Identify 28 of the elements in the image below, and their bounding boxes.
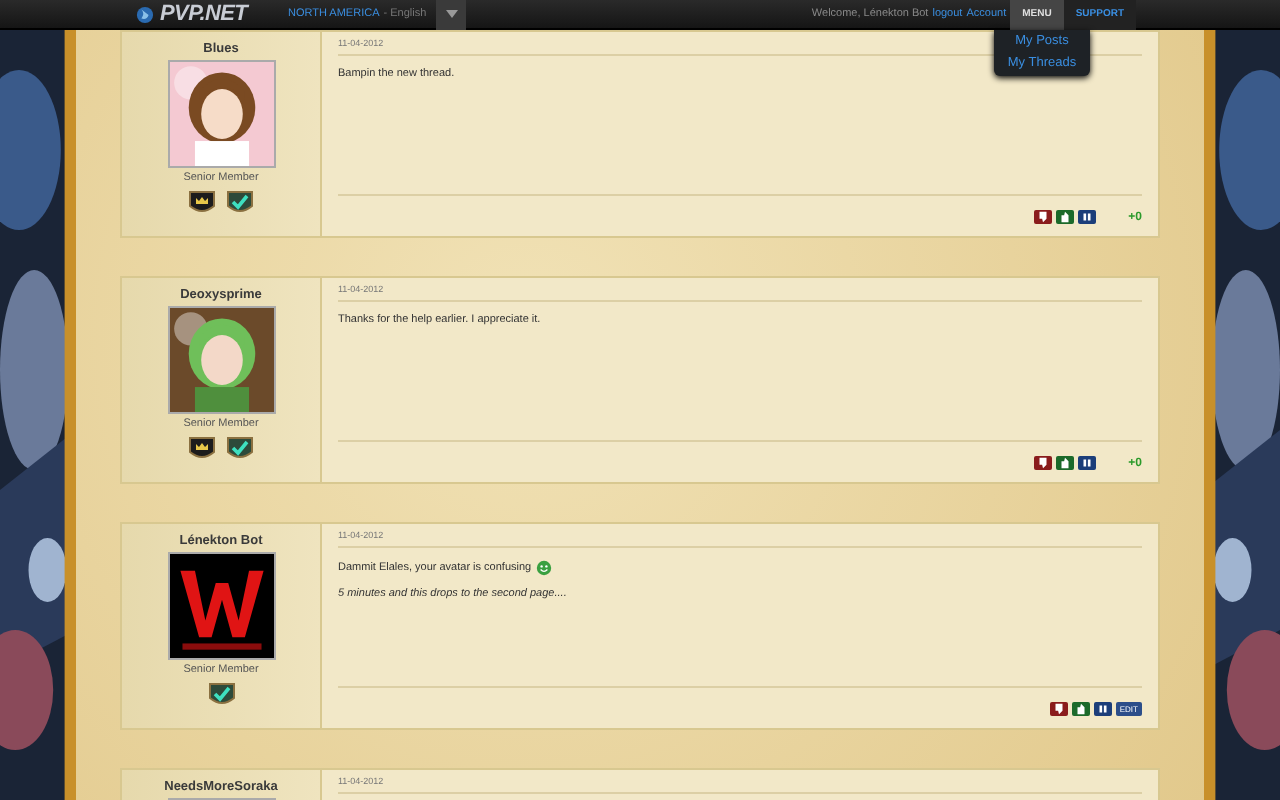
crown-badge-icon xyxy=(188,188,216,216)
quote-button[interactable] xyxy=(1093,702,1112,716)
site-logo[interactable]: PVP.NET xyxy=(160,2,288,26)
quote-icon xyxy=(1080,210,1095,224)
smiley-icon xyxy=(535,560,552,576)
thumbs-down-icon xyxy=(1036,210,1051,224)
quote-button[interactable] xyxy=(1078,210,1097,224)
thumbs-up-icon xyxy=(1058,456,1073,470)
quote-button[interactable] xyxy=(1078,456,1097,470)
check-badge-icon xyxy=(226,434,254,462)
check-badge-icon xyxy=(226,188,254,216)
dislike-button[interactable] xyxy=(1049,702,1068,716)
thumbs-down-icon xyxy=(1051,702,1066,716)
quote-icon xyxy=(1095,702,1110,716)
caret-icon xyxy=(445,10,458,18)
check-badge-icon xyxy=(207,680,235,708)
dislike-button[interactable] xyxy=(1034,210,1053,224)
globe-icon xyxy=(136,5,154,23)
crown-badge-icon xyxy=(188,434,216,462)
dropdown-button[interactable] xyxy=(436,0,467,29)
thumbs-up-icon xyxy=(1058,210,1073,224)
like-button[interactable] xyxy=(1071,702,1090,716)
thumbs-down-icon xyxy=(1036,456,1051,470)
thumbs-up-icon xyxy=(1073,702,1088,716)
dislike-button[interactable] xyxy=(1034,456,1053,470)
like-button[interactable] xyxy=(1056,210,1075,224)
like-button[interactable] xyxy=(1056,456,1075,470)
quote-icon xyxy=(1080,456,1095,470)
